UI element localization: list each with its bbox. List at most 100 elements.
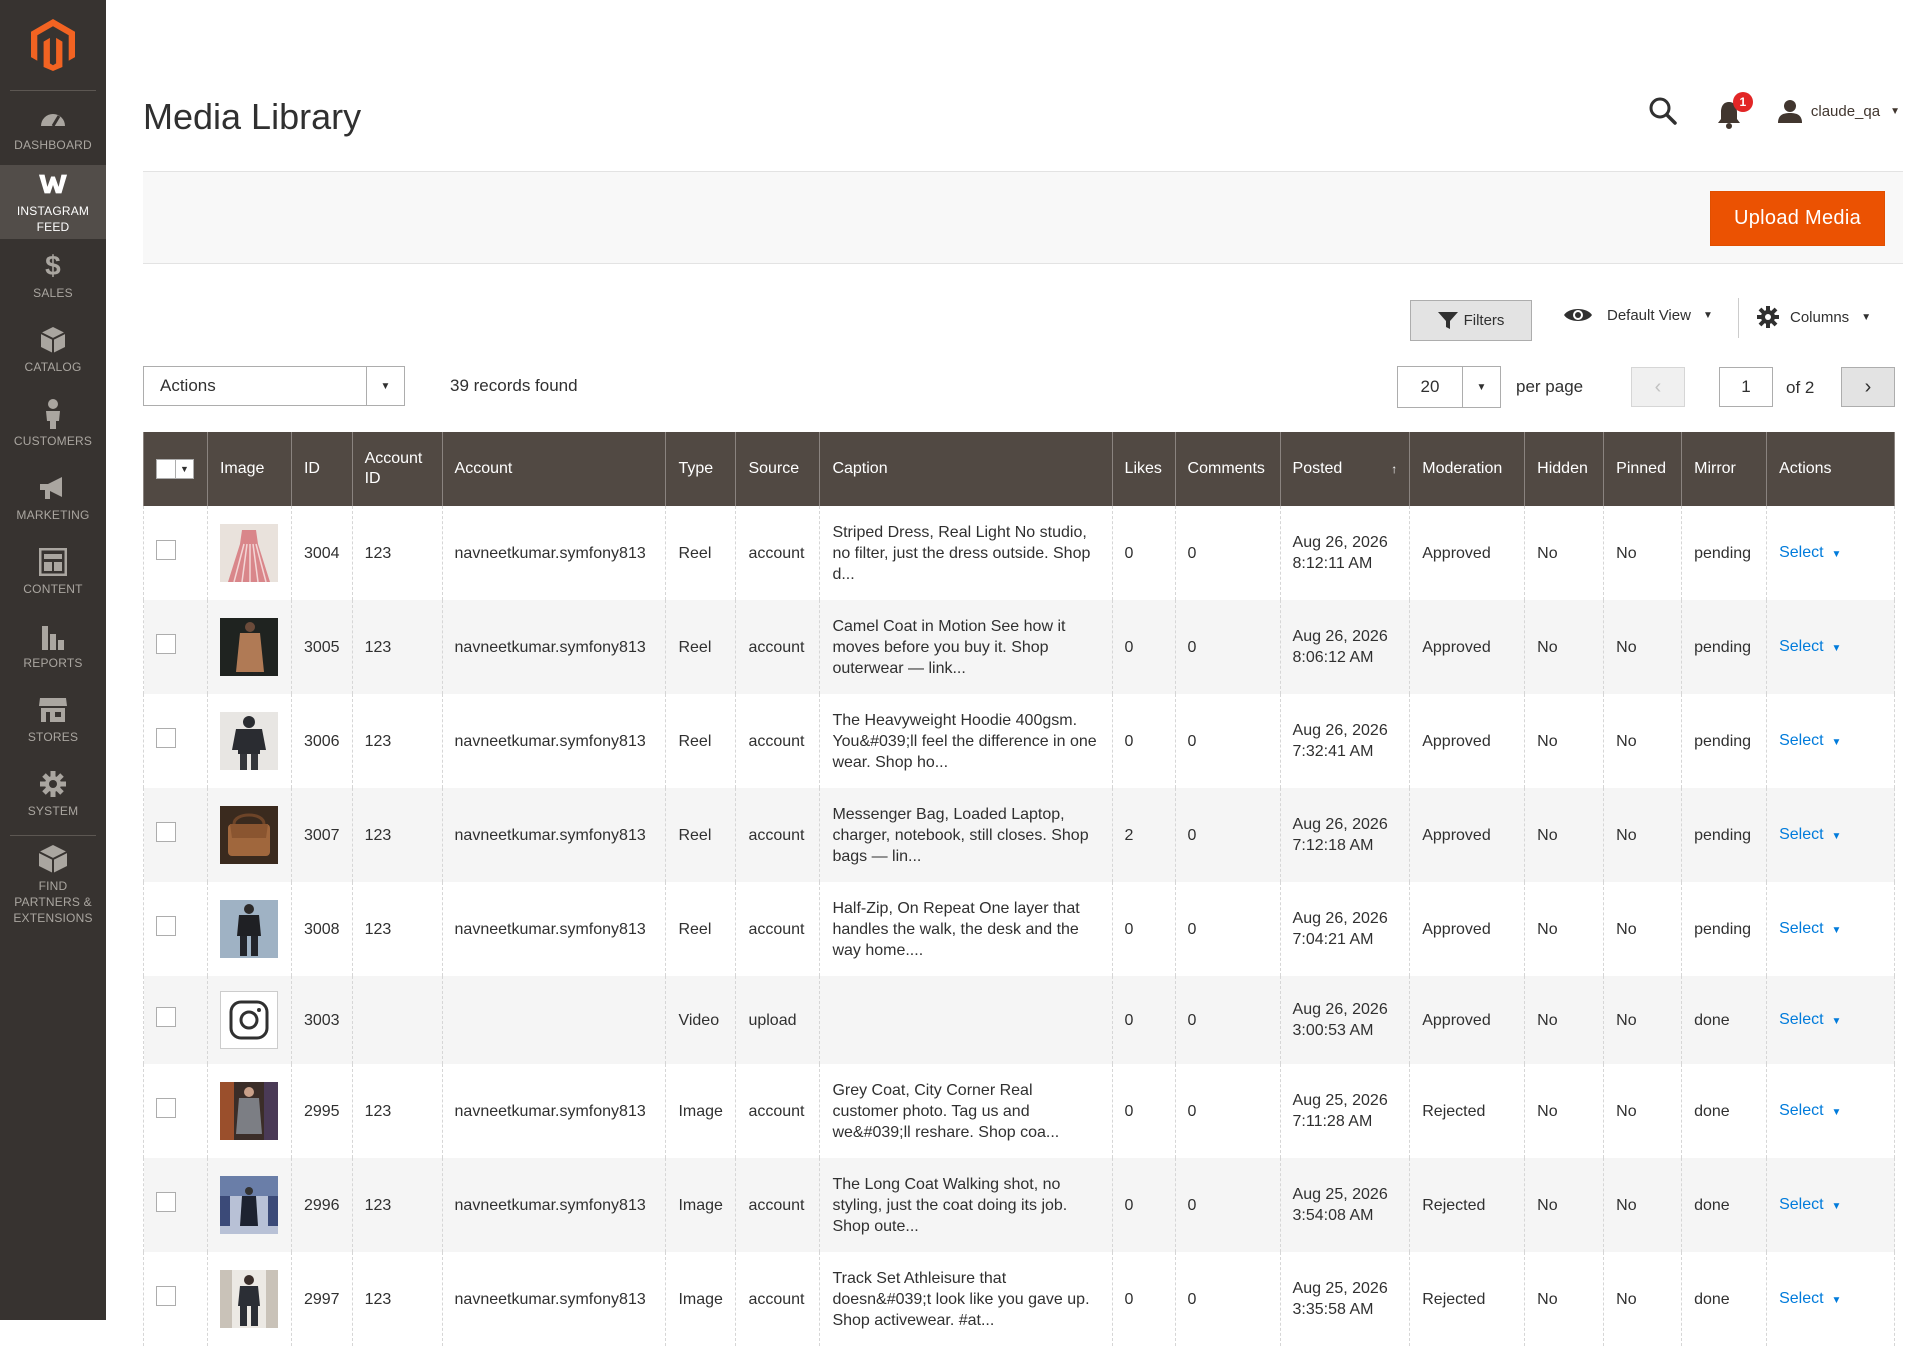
row-action-select[interactable]: Select ▼ (1779, 1196, 1841, 1213)
admin-sidebar: Dashboard Instagram Feed $ Sales Catalog Cust… (0, 0, 106, 1320)
cell-image (206, 506, 292, 600)
column-header-mirror[interactable]: Mirror (1681, 432, 1768, 506)
column-header-likes[interactable]: Likes (1111, 432, 1176, 506)
posted-time: 7:04:21 AM (1292, 931, 1374, 948)
row-action-select[interactable]: Select ▼ (1779, 732, 1841, 749)
search-icon[interactable] (1647, 95, 1679, 127)
row-checkbox[interactable] (156, 634, 176, 654)
sidebar-item-find-partners-extensions[interactable]: Find Partners & Extensions (0, 840, 106, 930)
media-thumbnail[interactable] (219, 618, 279, 676)
columns-control[interactable]: Columns ▼ (1756, 305, 1871, 329)
row-checkbox[interactable] (156, 1286, 176, 1306)
sidebar-item-dashboard[interactable]: Dashboard (0, 91, 106, 165)
row-action-select[interactable]: Select ▼ (1779, 1290, 1841, 1307)
magento-logo[interactable] (10, 0, 96, 91)
sort-ascending-icon: ↑ (1391, 462, 1398, 476)
sidebar-item-stores[interactable]: Stores (0, 683, 106, 757)
row-action-select[interactable]: Select ▼ (1779, 544, 1841, 561)
media-thumbnail[interactable] (219, 1270, 279, 1328)
row-checkbox[interactable] (156, 916, 176, 936)
cell-actions: Select ▼ (1766, 694, 1895, 788)
media-thumbnail[interactable] (219, 524, 279, 582)
sidebar-item-customers[interactable]: Customers (0, 387, 106, 461)
media-thumbnail[interactable] (219, 806, 279, 864)
row-action-select[interactable]: Select ▼ (1779, 638, 1841, 655)
column-header-posted[interactable]: Posted ↑ (1279, 432, 1411, 506)
sidebar-item-marketing[interactable]: Marketing (0, 461, 106, 535)
row-checkbox[interactable] (156, 1007, 176, 1027)
cell-account: navneetkumar.symfony813 (441, 882, 667, 976)
person-icon (38, 399, 68, 429)
media-thumbnail[interactable] (219, 712, 279, 770)
notifications-bell-icon[interactable]: 1 (1715, 92, 1753, 129)
row-action-select[interactable]: Select ▼ (1779, 1102, 1841, 1119)
user-menu[interactable]: claude_qa ▼ (1777, 98, 1900, 124)
column-header-moderation[interactable]: Moderation (1409, 432, 1526, 506)
row-action-label: Select (1779, 731, 1824, 749)
column-header-caption[interactable]: Caption (819, 432, 1113, 506)
chevron-down-icon: ▼ (176, 459, 194, 479)
per-page-select[interactable]: 20 ▼ (1397, 366, 1501, 408)
view-switcher[interactable]: Default View ▼ (1563, 305, 1713, 325)
cell-id: 3007 (290, 788, 353, 882)
cell-moderation: Rejected (1409, 1158, 1526, 1252)
row-action-select[interactable]: Select ▼ (1779, 826, 1841, 843)
row-checkbox[interactable] (156, 540, 176, 560)
media-thumbnail[interactable] (219, 1176, 279, 1234)
cell-type: Image (665, 1252, 737, 1346)
cell-type: Reel (665, 788, 737, 882)
cell-source: account (735, 506, 821, 600)
sidebar-item-content[interactable]: Content (0, 535, 106, 609)
cell-comments: 0 (1174, 882, 1281, 976)
row-checkbox[interactable] (156, 822, 176, 842)
media-thumbnail[interactable] (219, 1082, 279, 1140)
media-thumbnail[interactable] (219, 991, 279, 1049)
column-header-comments[interactable]: Comments (1174, 432, 1281, 506)
upload-media-button[interactable]: Upload Media (1710, 191, 1885, 246)
column-header-account[interactable]: Account (441, 432, 667, 506)
chevron-down-icon: ▼ (1831, 830, 1842, 842)
sidebar-item-sales[interactable]: $ Sales (0, 239, 106, 313)
column-header-hidden[interactable]: Hidden (1524, 432, 1605, 506)
row-checkbox[interactable] (156, 1098, 176, 1118)
media-thumbnail[interactable] (219, 900, 279, 958)
previous-page-button[interactable]: ‹ (1631, 367, 1685, 407)
next-page-button[interactable]: › (1841, 367, 1895, 407)
cell-image (206, 1158, 292, 1252)
sidebar-item-instagram-feed[interactable]: Instagram Feed (0, 165, 106, 239)
cell-image (206, 976, 292, 1064)
filters-button[interactable]: Filters (1410, 300, 1532, 341)
controls-divider (1738, 298, 1739, 338)
cell-caption: Half-Zip, On Repeat One layer that handl… (819, 882, 1113, 976)
row-action-select[interactable]: Select ▼ (1779, 1011, 1841, 1028)
column-header-account-id[interactable]: Account ID (351, 432, 443, 506)
cell-type: Reel (665, 882, 737, 976)
chevron-down-icon: ▼ (1831, 924, 1842, 936)
cell-pinned: No (1603, 976, 1683, 1064)
cell-likes: 0 (1111, 976, 1176, 1064)
row-checkbox[interactable] (156, 1192, 176, 1212)
cell-account-id: 123 (351, 882, 443, 976)
current-page-input[interactable] (1719, 367, 1773, 407)
chevron-down-icon: ▼ (1831, 1106, 1842, 1118)
sidebar-item-reports[interactable]: Reports (0, 609, 106, 683)
column-header-source[interactable]: Source (735, 432, 821, 506)
cell-select (143, 600, 208, 694)
row-action-select[interactable]: Select ▼ (1779, 920, 1841, 937)
mass-actions-dropdown[interactable]: Actions ▼ (143, 366, 405, 406)
per-page-value: 20 (1420, 377, 1440, 396)
column-header-type[interactable]: Type (665, 432, 737, 506)
column-header-image[interactable]: Image (206, 432, 292, 506)
sidebar-item-system[interactable]: System (0, 757, 106, 831)
column-header-id[interactable]: ID (290, 432, 353, 506)
row-checkbox[interactable] (156, 728, 176, 748)
cell-posted: Aug 25, 2026 7:11:28 AM (1279, 1064, 1411, 1158)
sidebar-item-catalog[interactable]: Catalog (0, 313, 106, 387)
chevron-down-icon: ▼ (1861, 311, 1872, 323)
cell-account (441, 976, 667, 1064)
table-header-row: ▼ Image ID Account ID Account Type Sourc… (143, 432, 1895, 506)
cell-type: Image (665, 1158, 737, 1252)
mass-select-checkbox[interactable]: ▼ (156, 459, 195, 479)
column-header-pinned[interactable]: Pinned (1603, 432, 1683, 506)
notification-badge: 1 (1732, 92, 1753, 112)
